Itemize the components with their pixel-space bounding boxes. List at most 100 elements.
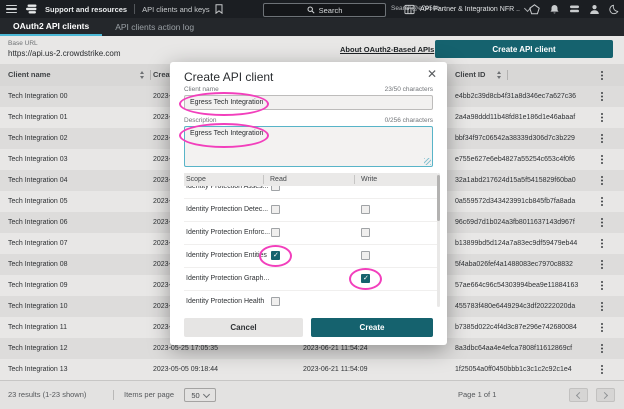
search-placeholder: Search [318, 5, 343, 15]
write-checkbox[interactable] [361, 205, 370, 214]
search-input[interactable]: Search [263, 3, 386, 17]
client-name-counter: 23/50 characters [384, 86, 433, 93]
row-actions-kebab-icon[interactable] [601, 92, 603, 94]
client-name-input[interactable]: Egress Tech Integration [179, 92, 433, 116]
stack-icon[interactable] [569, 4, 580, 14]
cell-client-name: Tech Integration 09 [8, 282, 68, 289]
write-checkbox[interactable] [349, 268, 382, 290]
cell-client-id: 57ae664c96c54303994bea9e11884163 [455, 282, 579, 289]
cell-created-date: 2023- [153, 261, 171, 268]
badge-icon[interactable] [529, 3, 540, 15]
cell-created-date: 2023-05-05 09:18:44 [153, 366, 218, 373]
cell-client-id: 1f25054a0ff0450bbb1c3c1c2c92c1e4 [455, 366, 572, 373]
cell-client-id: 455783f480e6449294c3df20222020da [455, 303, 576, 310]
apps-grid-icon[interactable] [404, 4, 415, 15]
column-header-client-id[interactable]: Client ID [455, 64, 485, 86]
cell-created-date: 2023- [153, 114, 171, 121]
cell-client-name: Tech Integration 11 [8, 324, 68, 331]
dark-mode-moon-icon[interactable] [609, 4, 619, 15]
cell-client-name: Tech Integration 02 [8, 135, 68, 142]
row-actions-kebab-icon[interactable] [601, 155, 603, 157]
cell-client-id: e755e627e6eb4827a55254c653c4f0f6 [455, 156, 575, 163]
row-actions-kebab-icon[interactable] [601, 218, 603, 220]
column-options-kebab-icon[interactable] [601, 71, 603, 73]
cell-client-name: Tech Integration 12 [8, 345, 68, 352]
scope-row: Identity Protection Entities [184, 245, 437, 268]
app-window: Support and resources API clients and ke… [0, 0, 624, 409]
cell-created-date: 2023- [153, 135, 171, 142]
read-checkbox[interactable] [271, 297, 280, 306]
row-actions-kebab-icon[interactable] [601, 134, 603, 136]
tab-api-clients-action-log[interactable]: API clients action log [102, 18, 207, 36]
create-button[interactable]: Create [311, 318, 433, 337]
cell-client-id: bbf34f97c06542a38339d306d7c3b229 [455, 135, 575, 142]
column-header-client-name[interactable]: Client name [8, 64, 51, 86]
tab-oauth2-api-clients[interactable]: OAuth2 API clients [0, 18, 103, 36]
next-page-button[interactable] [596, 388, 615, 402]
column-divider [150, 70, 151, 80]
about-oauth2-link[interactable]: About OAuth2-Based APIs [340, 45, 446, 54]
cell-client-name: Tech Integration 00 [8, 93, 68, 100]
row-actions-kebab-icon[interactable] [601, 260, 603, 262]
cell-client-name: Tech Integration 04 [8, 177, 68, 184]
row-actions-kebab-icon[interactable] [601, 302, 603, 304]
scope-scrollbar[interactable] [437, 173, 440, 307]
read-checkbox[interactable] [271, 228, 280, 237]
base-url-block: Base URL https://api.us-2.crowdstrike.co… [8, 40, 120, 58]
hamburger-menu-icon[interactable] [6, 4, 17, 14]
cell-client-id: 2a4a98ddd11b48fd81e186d1e46abaaf [455, 114, 576, 121]
row-actions-kebab-icon[interactable] [601, 323, 603, 325]
cell-client-id: b13899bd5d124a7a83ec9df59479eb44 [455, 240, 578, 247]
topbar-divider [134, 4, 136, 14]
write-checkbox[interactable] [361, 228, 370, 237]
items-per-page-select[interactable]: 50 [184, 388, 216, 402]
crowdstrike-logo[interactable] [25, 3, 38, 15]
row-actions-kebab-icon[interactable] [601, 281, 603, 283]
create-api-client-modal: Create API client ✕ Client name 23/50 ch… [170, 62, 447, 345]
crowdstrike-logo-icon [26, 4, 37, 14]
cell-client-id: e4bb2c39d8cb4f31a8d346ec7a627c36 [455, 93, 577, 100]
cell-client-id: 8a3dbc64aa4e4efca7808f11612869cf [455, 345, 573, 352]
row-actions-kebab-icon[interactable] [601, 176, 603, 178]
user-icon[interactable] [589, 4, 600, 15]
search-icon [307, 6, 315, 14]
cell-client-name: Tech Integration 06 [8, 219, 68, 226]
cell-created-date: 2023- [153, 156, 171, 163]
close-icon[interactable]: ✕ [427, 67, 437, 81]
base-url-label: Base URL [8, 40, 38, 47]
tab-bar: OAuth2 API clients API clients action lo… [0, 18, 624, 36]
read-checkbox[interactable] [259, 245, 292, 267]
footer-divider [113, 390, 114, 400]
row-actions-kebab-icon[interactable] [601, 365, 603, 367]
notifications-bell-icon[interactable] [549, 4, 560, 15]
cell-created-date: 2023- [153, 240, 171, 247]
sort-icon[interactable] [497, 71, 502, 79]
row-actions-kebab-icon[interactable] [601, 344, 603, 346]
scope-table-header: Scope Read Write [184, 173, 437, 186]
cell-client-id: b7385d022c4f4d3c87e296e742680084 [455, 324, 577, 331]
cell-created-date: 2023- [153, 303, 171, 310]
column-divider [507, 70, 508, 80]
client-name-label: Client name [184, 86, 219, 93]
create-api-client-button[interactable]: Create API client [435, 40, 613, 58]
cell-created-date: 2023- [153, 282, 171, 289]
row-actions-kebab-icon[interactable] [601, 113, 603, 115]
topbar-icons [529, 3, 619, 15]
description-textarea[interactable]: Egress Tech Integration [179, 123, 433, 167]
bookmark-icon[interactable] [215, 4, 223, 14]
page-title: API clients and keys [142, 4, 210, 14]
previous-page-button[interactable] [569, 388, 588, 402]
sort-icon[interactable] [140, 71, 145, 79]
write-checkbox[interactable] [361, 251, 370, 260]
status-bar: 23 results (1-23 shown) Items per page 5… [0, 380, 624, 409]
row-actions-kebab-icon[interactable] [601, 197, 603, 199]
table-row[interactable]: Tech Integration 13 2023-05-05 09:18:44 … [0, 359, 624, 380]
cell-created-date: 2023- [153, 177, 171, 184]
read-checkbox[interactable] [271, 205, 280, 214]
account-menu[interactable]: API Partner & Integration NFR ... [404, 3, 532, 15]
cell-client-name: Tech Integration 13 [8, 366, 68, 373]
cancel-button[interactable]: Cancel [184, 318, 303, 337]
cell-created-date: 2023- [153, 198, 171, 205]
row-actions-kebab-icon[interactable] [601, 239, 603, 241]
scope-row: Identity Protection Graph... [184, 268, 437, 291]
